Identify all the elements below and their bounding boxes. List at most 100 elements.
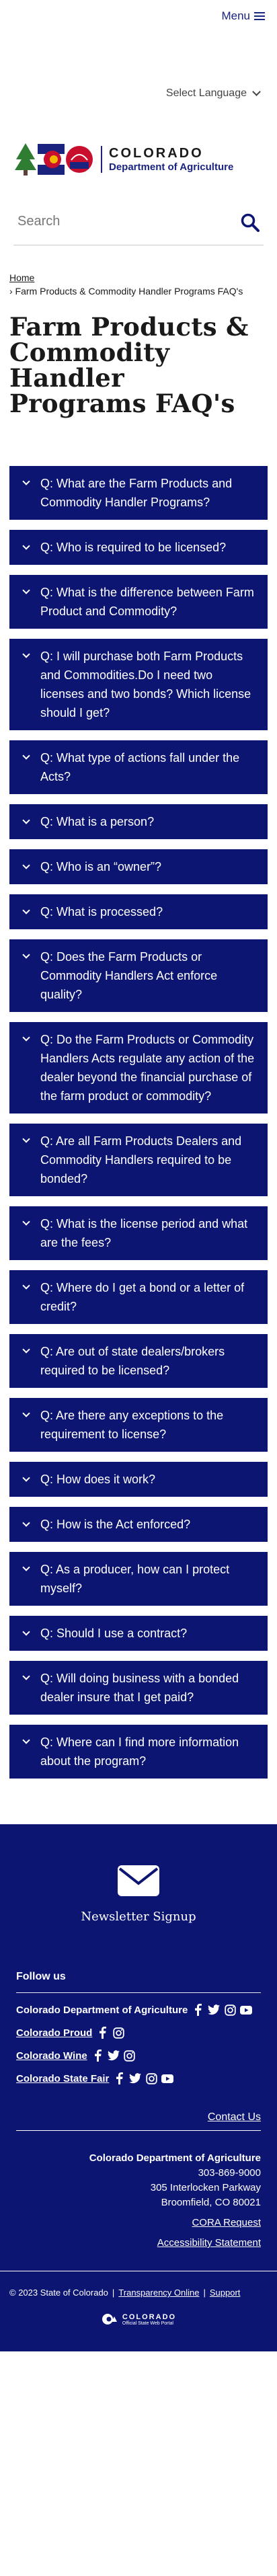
menu-label: Menu (221, 9, 250, 22)
youtube-icon[interactable] (161, 2072, 174, 2084)
faq-question: Q: Are there any exceptions to the requi… (40, 1409, 224, 1441)
faq-question: Q: Where can I find more information abo… (40, 1735, 239, 1768)
faq-question: Q: What type of actions fall under the A… (40, 751, 240, 783)
faq-accordion-item[interactable]: Q: Do the Farm Products or Commodity Han… (9, 1022, 268, 1114)
chevron-down-icon (252, 87, 261, 96)
cora-request-link[interactable]: CORA Request (16, 2216, 261, 2230)
address-phone[interactable]: 303-869-9000 (16, 2166, 261, 2181)
colorado-c-logo-icon (38, 144, 65, 175)
portal-subtitle: Official State Web Portal (122, 2320, 173, 2326)
portal-title: COLORADO (122, 2312, 177, 2321)
language-row: Select Language (0, 77, 277, 124)
site-footer: Newsletter Signup Follow us Colorado Dep… (0, 1824, 277, 2351)
faq-accordion-item[interactable]: Q: Are all Farm Products Dealers and Com… (9, 1124, 268, 1196)
faq-accordion-item[interactable]: Q: Who is required to be licensed? (9, 530, 268, 565)
instagram-icon[interactable] (124, 2050, 136, 2062)
faq-accordion-item[interactable]: Q: As a producer, how can I protect myse… (9, 1552, 268, 1606)
faq-question: Q: I will purchase both Farm Products an… (40, 650, 251, 719)
faq-accordion-item[interactable]: Q: Are out of state dealers/brokers requ… (9, 1334, 268, 1388)
chevron-down-icon (17, 1474, 35, 1482)
social-org-link[interactable]: Colorado Department of Agriculture (16, 2004, 188, 2016)
faq-accordion-item[interactable]: Q: What is the license period and what a… (9, 1206, 268, 1260)
faq-accordion-item[interactable]: Q: How is the Act enforced? (9, 1507, 268, 1542)
faq-question: Q: Where do I get a bond or a letter of … (40, 1281, 245, 1313)
faq-question: Q: How is the Act enforced? (40, 1518, 191, 1531)
facebook-icon[interactable] (113, 2072, 125, 2084)
breadcrumb-current: › Farm Products & Commodity Handler Prog… (9, 286, 243, 297)
faq-accordion-item[interactable]: Q: Who is an “owner”? (9, 849, 268, 884)
state-portal-logo[interactable]: COLORADO Official State Web Portal (9, 2312, 268, 2326)
transparency-online-link[interactable]: Transparency Online (118, 2288, 199, 2298)
instagram-icon[interactable] (224, 2004, 236, 2016)
faq-accordion-item[interactable]: Q: What is a person? (9, 804, 268, 839)
divider (16, 1992, 261, 1993)
faq-question: Q: What is the difference between Farm P… (40, 586, 254, 618)
faq-question: Q: Will doing business with a bonded dea… (40, 1672, 239, 1704)
search-icon[interactable] (241, 213, 260, 232)
faq-accordion-item[interactable]: Q: What type of actions fall under the A… (9, 740, 268, 794)
faq-question: Q: What is processed? (40, 905, 163, 919)
faq-accordion-item[interactable]: Q: Are there any exceptions to the requi… (9, 1398, 268, 1452)
faq-question: Q: How does it work? (40, 1473, 156, 1486)
twitter-icon[interactable] (107, 2050, 120, 2062)
chevron-down-icon (17, 1406, 35, 1417)
search-bar (13, 198, 264, 245)
colorado-c-logo-icon (102, 2314, 117, 2325)
chevron-down-icon (17, 1519, 35, 1527)
twitter-icon[interactable] (129, 2072, 142, 2084)
social-org-link[interactable]: Colorado State Fair (16, 2073, 109, 2084)
faq-accordion-item[interactable]: Q: What are the Farm Products and Commod… (9, 466, 268, 520)
social-org-link[interactable]: Colorado Wine (16, 2050, 87, 2062)
page-title: Farm Products & Commodity Handler Progra… (9, 312, 249, 418)
social-row: Colorado State Fair (16, 2072, 261, 2084)
accessibility-statement-link[interactable]: Accessibility Statement (16, 2236, 261, 2251)
faq-accordion-item[interactable]: Q: How does it work? (9, 1462, 268, 1497)
contact-us-link[interactable]: Contact Us (16, 2111, 261, 2123)
search-input[interactable] (13, 214, 215, 229)
cda-badge-icon (66, 146, 93, 173)
chevron-down-icon (17, 1669, 35, 1680)
faq-accordion-item[interactable]: Q: Does the Farm Products or Commodity H… (9, 939, 268, 1012)
facebook-icon[interactable] (96, 2027, 108, 2039)
social-row: Colorado Proud (16, 2027, 261, 2039)
top-bar: Menu (0, 0, 277, 34)
breadcrumb: Home › Farm Products & Commodity Handler… (0, 245, 277, 297)
faq-accordion-item[interactable]: Q: What is the difference between Farm P… (9, 575, 268, 629)
breadcrumb-home-link[interactable]: Home (9, 272, 268, 283)
language-select[interactable]: Select Language (166, 87, 261, 100)
faq-accordion-item[interactable]: Q: I will purchase both Farm Products an… (9, 639, 268, 730)
faq-question: Q: What is a person? (40, 815, 155, 828)
faq-accordion-item[interactable]: Q: What is processed? (9, 894, 268, 929)
chevron-down-icon (17, 583, 35, 594)
faq-question: Q: Are out of state dealers/brokers requ… (40, 1345, 225, 1377)
chevron-down-icon (17, 906, 35, 914)
chevron-down-icon (17, 1278, 35, 1290)
chevron-down-icon (17, 474, 35, 485)
facebook-icon[interactable] (192, 2004, 204, 2016)
chevron-down-icon (17, 1132, 35, 1143)
support-link[interactable]: Support (210, 2288, 241, 2298)
social-org-link[interactable]: Colorado Proud (16, 2027, 92, 2039)
faq-accordion-item[interactable]: Q: Where can I find more information abo… (9, 1725, 268, 1779)
social-row: Colorado Department of Agriculture (16, 2004, 261, 2016)
instagram-icon[interactable] (145, 2072, 157, 2084)
menu-button[interactable]: Menu (221, 9, 265, 23)
newsletter-signup[interactable]: Newsletter Signup (16, 1865, 261, 1924)
twitter-icon[interactable] (208, 2004, 221, 2016)
logo-department-name: Department of Agriculture (109, 161, 234, 173)
footer-bottom-bar: © 2023 State of Colorado | Transparency On… (0, 2271, 277, 2351)
chevron-down-icon (17, 748, 35, 760)
faq-accordion-item[interactable]: Q: Should I use a contract? (9, 1616, 268, 1651)
faq-accordion-item[interactable]: Q: Where do I get a bond or a letter of … (9, 1270, 268, 1324)
address-department: Colorado Department of Agriculture (89, 2152, 261, 2164)
instagram-icon[interactable] (112, 2027, 124, 2039)
faq-question: Q: Who is an “owner”? (40, 860, 162, 873)
chevron-down-icon (17, 947, 35, 959)
youtube-icon[interactable] (240, 2004, 253, 2016)
faq-accordion-list: Q: What are the Farm Products and Commod… (0, 416, 277, 1779)
envelope-icon (118, 1865, 159, 1896)
site-logo[interactable]: COLORADO Department of Agriculture (0, 124, 277, 186)
chevron-down-icon (17, 816, 35, 824)
faq-accordion-item[interactable]: Q: Will doing business with a bonded dea… (9, 1661, 268, 1715)
facebook-icon[interactable] (91, 2050, 104, 2062)
